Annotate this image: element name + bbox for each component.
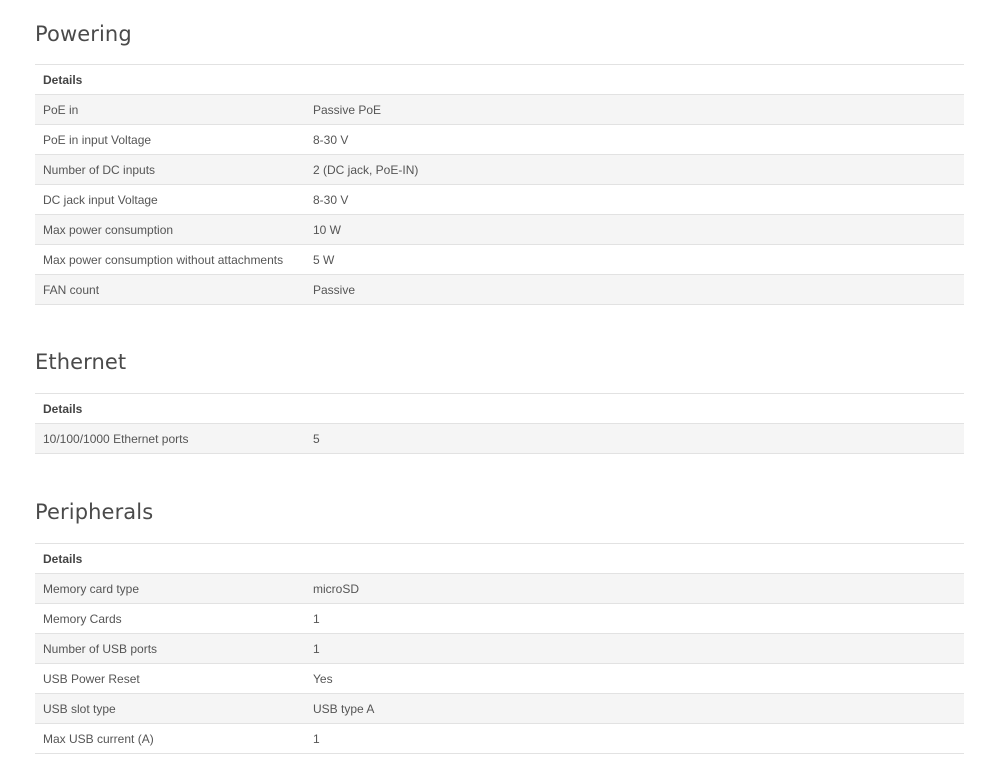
row-value: microSD bbox=[305, 573, 964, 604]
row-label: DC jack input Voltage bbox=[35, 184, 305, 215]
table-row: Memory card type microSD bbox=[35, 573, 964, 604]
table-row: USB Power Reset Yes bbox=[35, 663, 964, 694]
row-value: 1 bbox=[305, 723, 964, 754]
spec-table-powering: Details PoE in Passive PoE PoE in input … bbox=[35, 64, 964, 305]
row-label: Max power consumption bbox=[35, 214, 305, 245]
row-label: PoE in input Voltage bbox=[35, 124, 305, 155]
row-label: USB Power Reset bbox=[35, 663, 305, 694]
row-label: FAN count bbox=[35, 274, 305, 305]
table-header-row: Details bbox=[35, 64, 964, 95]
table-row: Memory Cards 1 bbox=[35, 603, 964, 634]
table-row: Max USB current (A) 1 bbox=[35, 723, 964, 754]
row-label: USB slot type bbox=[35, 693, 305, 724]
section-title: Powering bbox=[35, 22, 132, 46]
section-powering: Powering Details PoE in Passive PoE PoE … bbox=[35, 19, 964, 305]
row-label: Max power consumption without attachment… bbox=[35, 244, 305, 275]
table-row: FAN count Passive bbox=[35, 274, 964, 305]
row-value: 5 bbox=[305, 423, 964, 454]
table-row: Max power consumption without attachment… bbox=[35, 244, 964, 275]
spec-table-ethernet: Details 10/100/1000 Ethernet ports 5 bbox=[35, 393, 964, 454]
table-header-row: Details bbox=[35, 543, 964, 574]
row-value: 1 bbox=[305, 633, 964, 664]
section-title: Ethernet bbox=[35, 350, 127, 374]
row-value: 5 W bbox=[305, 244, 964, 275]
table-row: Max power consumption 10 W bbox=[35, 214, 964, 245]
section-title: Peripherals bbox=[35, 500, 154, 524]
row-value: 10 W bbox=[305, 214, 964, 245]
row-value: Passive PoE bbox=[305, 94, 964, 125]
row-value: 2 (DC jack, PoE-IN) bbox=[305, 154, 964, 185]
row-value: USB type A bbox=[305, 693, 964, 724]
table-header-row: Details bbox=[35, 393, 964, 424]
spec-table-peripherals: Details Memory card type microSD Memory … bbox=[35, 543, 964, 754]
table-row: USB slot type USB type A bbox=[35, 693, 964, 724]
row-value: 8-30 V bbox=[305, 184, 964, 215]
table-row: PoE in input Voltage 8-30 V bbox=[35, 124, 964, 155]
row-label: PoE in bbox=[35, 94, 305, 125]
table-row: DC jack input Voltage 8-30 V bbox=[35, 184, 964, 215]
row-label: 10/100/1000 Ethernet ports bbox=[35, 423, 305, 454]
section-peripherals: Peripherals Details Memory card type mic… bbox=[35, 497, 964, 754]
row-value: 1 bbox=[305, 603, 964, 634]
table-row: 10/100/1000 Ethernet ports 5 bbox=[35, 423, 964, 454]
table-row: Number of USB ports 1 bbox=[35, 633, 964, 664]
row-value: Passive bbox=[305, 274, 964, 305]
row-label: Memory card type bbox=[35, 573, 305, 604]
row-label: Number of DC inputs bbox=[35, 154, 305, 185]
row-label: Memory Cards bbox=[35, 603, 305, 634]
table-header: Details bbox=[35, 393, 964, 424]
table-header: Details bbox=[35, 64, 964, 95]
table-row: PoE in Passive PoE bbox=[35, 94, 964, 125]
table-header: Details bbox=[35, 543, 964, 574]
section-ethernet: Ethernet Details 10/100/1000 Ethernet po… bbox=[35, 347, 964, 454]
row-value: Yes bbox=[305, 663, 964, 694]
row-value: 8-30 V bbox=[305, 124, 964, 155]
spec-page: Powering Details PoE in Passive PoE PoE … bbox=[0, 0, 1000, 781]
row-label: Number of USB ports bbox=[35, 633, 305, 664]
row-label: Max USB current (A) bbox=[35, 723, 305, 754]
table-row: Number of DC inputs 2 (DC jack, PoE-IN) bbox=[35, 154, 964, 185]
